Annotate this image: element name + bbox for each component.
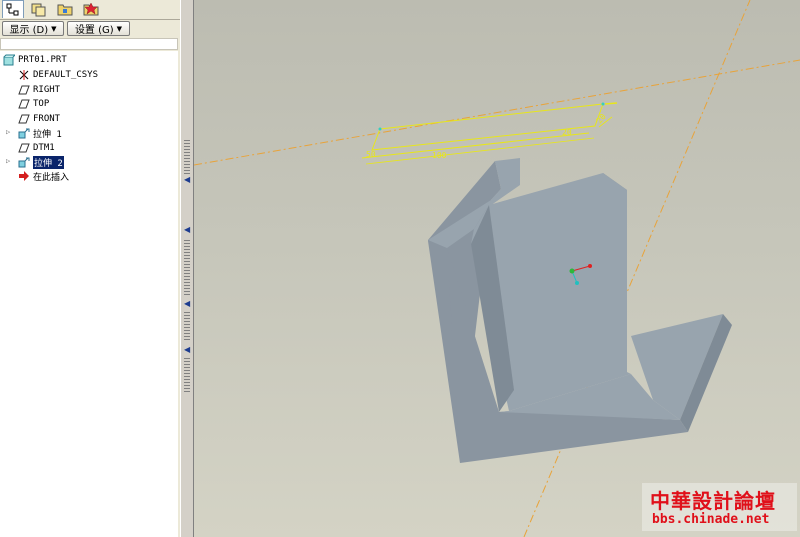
collapse-arrow-icon[interactable]: ◀: [184, 176, 190, 184]
settings-menu-button[interactable]: 设置 (G) ▼: [67, 21, 130, 36]
tree-item[interactable]: FRONT: [18, 112, 60, 126]
tree-item[interactable]: DEFAULT_CSYS: [18, 68, 98, 82]
show-menu-button[interactable]: 显示 (D) ▼: [2, 21, 64, 36]
layers-icon: [31, 3, 46, 17]
graphics-viewport[interactable]: 100 20 20 50: [194, 0, 800, 537]
tree-item-label: 在此插入: [33, 172, 70, 183]
watermark: 中華設計論壇 bbs.chinade.net: [642, 483, 797, 531]
tab-model-tree[interactable]: [2, 0, 24, 18]
part-icon: [3, 54, 15, 66]
splitter-grip[interactable]: [184, 358, 190, 393]
tree-root-label: PRT01.PRT: [18, 55, 67, 65]
show-menu-label: 显示 (D): [9, 25, 49, 36]
navigator-panel: 显示 (D) ▼ 设置 (G) ▼ PRT01.PRT DEFAULT_CSYS RI…: [0, 0, 181, 537]
extrude-icon: [18, 156, 30, 168]
tree-item[interactable]: ▷ 拉伸 1: [6, 126, 62, 140]
dimension-label[interactable]: 100: [432, 151, 447, 160]
tab-folder-browser[interactable]: [54, 0, 76, 18]
extrude-icon: [18, 127, 30, 139]
tree-item[interactable]: TOP: [18, 97, 49, 111]
tab-layers[interactable]: [28, 0, 50, 18]
tree-item[interactable]: DTM1: [18, 141, 55, 155]
tree-item[interactable]: ▷ 拉伸 2: [6, 155, 64, 169]
dropdown-arrow-icon: ▼: [116, 24, 123, 33]
splitter-grip[interactable]: [184, 240, 190, 295]
solid-extrusion[interactable]: [428, 158, 732, 463]
tree-item-label: TOP: [33, 99, 50, 109]
tree-item-label: DEFAULT_CSYS: [33, 70, 99, 80]
watermark-url: bbs.chinade.net: [652, 512, 770, 527]
tree-item-label: RIGHT: [33, 85, 61, 95]
tree-item[interactable]: 在此插入: [18, 169, 69, 183]
expand-arrow-icon[interactable]: ▷: [6, 128, 10, 136]
settings-menu-label: 设置 (G): [74, 25, 114, 36]
model-tree: PRT01.PRT DEFAULT_CSYS RIGHT TOP FRONT ▷ 拉伸 1…: [0, 51, 178, 537]
tree-item-label: 拉伸 2: [33, 155, 64, 169]
datum-plane-icon: [18, 98, 30, 110]
panel-splitter[interactable]: ◀ ◀ ◀ ◀: [180, 0, 194, 537]
dimension-label[interactable]: 20: [595, 112, 608, 125]
collapse-arrow-icon[interactable]: ◀: [184, 300, 190, 308]
collapse-arrow-icon[interactable]: ◀: [184, 346, 190, 354]
insert-here-arrow-icon: [18, 170, 30, 182]
folder-browser-icon: [57, 4, 73, 16]
tree-item-label: FRONT: [33, 114, 61, 124]
tree-item-label: 拉伸 1: [33, 129, 62, 140]
sketch-dimensions[interactable]: 100 20 20 50: [361, 102, 618, 165]
tab-favorites[interactable]: [80, 0, 102, 18]
datum-plane-icon: [18, 84, 30, 96]
expand-arrow-icon[interactable]: ▷: [6, 157, 10, 165]
splitter-grip[interactable]: [184, 140, 190, 175]
favorites-icon: [83, 2, 99, 16]
navigator-tabbar: [0, 0, 180, 20]
tree-column-strip: [0, 38, 178, 50]
navigator-menu-bar: 显示 (D) ▼ 设置 (G) ▼: [0, 20, 180, 38]
dropdown-arrow-icon: ▼: [51, 24, 57, 33]
tree-root[interactable]: PRT01.PRT: [3, 53, 67, 67]
splitter-grip[interactable]: [184, 312, 190, 342]
dimension-label[interactable]: 50: [366, 150, 376, 159]
collapse-arrow-icon[interactable]: ◀: [184, 226, 190, 234]
model-canvas[interactable]: 100 20 20 50: [194, 0, 800, 537]
dimension-label[interactable]: 20: [562, 128, 572, 137]
datum-plane-icon: [18, 113, 30, 125]
tree-item-label: DTM1: [33, 143, 55, 153]
watermark-title: 中華設計論壇: [650, 489, 776, 513]
csys-icon: [18, 69, 30, 81]
model-tree-icon: [6, 3, 19, 15]
datum-plane-icon: [18, 142, 30, 154]
tree-item[interactable]: RIGHT: [18, 83, 60, 97]
